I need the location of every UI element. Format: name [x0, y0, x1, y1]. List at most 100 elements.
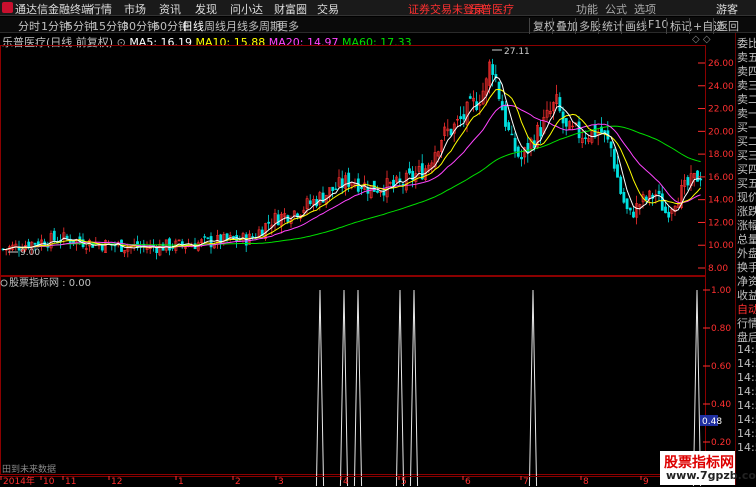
side-panel-label: 卖五 — [737, 51, 756, 63]
period-weekly[interactable]: 周线 — [204, 18, 226, 34]
indicator-pane-frame — [0, 276, 706, 475]
tool-f10[interactable]: F10 — [644, 18, 668, 31]
side-panel-label: 卖二 — [737, 93, 756, 105]
side-panel-label: 14:5 — [737, 385, 756, 398]
menu-discover[interactable]: 发现 — [195, 1, 217, 17]
menu-quotes[interactable]: 行情 — [90, 1, 112, 17]
side-panel-label: 盘后 — [737, 331, 756, 343]
candle-body — [459, 116, 463, 120]
tool-formula[interactable]: 公式 — [605, 3, 627, 16]
price-tick-label: 12.00 — [708, 218, 734, 228]
indicator-tick-label: 0.20 — [711, 438, 731, 448]
date-label: 1 — [178, 477, 184, 486]
period-daily[interactable]: 日线 — [182, 18, 204, 34]
date-label: 9 — [643, 477, 649, 486]
candle-body — [564, 118, 568, 127]
date-label: 2014年 — [3, 475, 35, 486]
candle-body — [168, 238, 171, 251]
period-intraday[interactable]: 分时 — [18, 18, 40, 34]
tool-options[interactable]: 选项 — [634, 3, 656, 16]
price-tick-label: 18.00 — [708, 150, 734, 160]
side-panel-label: 净资 — [737, 275, 756, 287]
date-label: 6 — [465, 477, 471, 486]
candle-body — [65, 235, 69, 239]
tool-function[interactable]: 功能 — [576, 3, 598, 16]
side-panel-label: 卖三 — [737, 79, 756, 91]
menu-market[interactable]: 市场 — [124, 1, 146, 17]
candle-body — [520, 156, 523, 160]
side-panel-label: 现价 — [737, 191, 756, 203]
side-panel-label: 总量 — [737, 233, 756, 245]
candle-body — [392, 179, 395, 186]
guest-label[interactable]: 游客 — [716, 1, 738, 17]
candle-body — [510, 133, 514, 136]
menu-ask[interactable]: 问小达 — [230, 1, 263, 17]
candle-body — [513, 137, 517, 152]
price-tick-label: 26.00 — [708, 59, 734, 69]
side-panel-label: 买一 — [737, 121, 756, 133]
side-panel-label: 14:5 — [737, 371, 756, 384]
candle-body — [46, 246, 50, 248]
side-panel-label: 买四 — [737, 163, 756, 175]
price-tick-label: 16.00 — [708, 173, 734, 183]
price-tick-label: 8.00 — [708, 264, 728, 274]
candle-body — [449, 128, 453, 136]
candle-body — [577, 121, 581, 139]
candle-body — [155, 247, 159, 253]
period-monthly[interactable]: 月线 — [226, 18, 248, 34]
side-panel-label: 卖四 — [737, 65, 756, 77]
side-panel-label: 收益 — [737, 289, 756, 301]
ma10-line — [2, 88, 701, 250]
title-bar: 通达信金融终端 行情 市场 资讯 发现 问小达 财富圈 交易 证券交易未登录 乐… — [0, 0, 756, 16]
date-label: 10 — [43, 477, 55, 486]
menu-news[interactable]: 资讯 — [159, 1, 181, 17]
candle-body — [276, 214, 280, 226]
candle-body — [331, 186, 335, 191]
candle-body — [376, 190, 379, 193]
menu-trade[interactable]: 交易 — [317, 1, 339, 17]
price-pane-frame — [0, 45, 706, 276]
side-panel-label: 14:5 — [737, 399, 756, 412]
candle-body — [286, 215, 290, 222]
candle-body — [468, 96, 472, 99]
side-panel-label: 外盘 — [737, 247, 756, 259]
price-tick-label: 24.00 — [708, 82, 734, 92]
chart-settings-icon[interactable]: ◇ ◇ — [692, 34, 711, 45]
candle-body — [644, 196, 648, 201]
indicator-tick-label: 0.40 — [711, 400, 731, 410]
indicator-caption: 田到未来数据 — [2, 463, 56, 475]
candle-body — [539, 127, 543, 137]
candle-body — [334, 188, 338, 190]
period-more[interactable]: 更多 — [277, 18, 299, 34]
watermark-logo: 股票指标网 www.7gpzb.com — [660, 451, 756, 485]
date-label: 12 — [111, 477, 122, 486]
candle-body — [558, 97, 562, 112]
candle-body — [622, 191, 626, 203]
candle-body — [526, 143, 530, 154]
candle-body — [507, 122, 511, 131]
candle-body — [497, 82, 501, 100]
period-5min[interactable]: 5分钟 — [66, 18, 95, 34]
candle-body — [664, 206, 667, 214]
candle-body — [347, 172, 351, 187]
menu-wealth[interactable]: 财富圈 — [274, 1, 307, 17]
candle-body — [660, 193, 664, 211]
candle-body — [619, 176, 623, 194]
candle-body — [612, 149, 616, 169]
low-label: 9.00 — [20, 248, 40, 258]
kline-chart[interactable]: 26.0024.0022.0020.0018.0016.0014.0012.00… — [0, 45, 735, 486]
side-panel-label: 委比 — [737, 37, 756, 49]
indicator-toggle-icon — [0, 279, 8, 287]
candle-body — [206, 237, 210, 239]
candle-body — [584, 137, 587, 139]
price-tick-label: 20.00 — [708, 127, 734, 137]
candle-body — [609, 141, 613, 149]
candle-body — [616, 164, 619, 178]
side-panel-label: 卖一 — [737, 107, 756, 119]
candlestick-group — [1, 58, 703, 260]
price-axis: 26.00 24.00 22.00 20.00 18.00 16.00 14.00 12.00… — [698, 59, 734, 274]
app-logo-icon — [2, 2, 13, 13]
candle-body — [267, 221, 271, 224]
tool-back[interactable]: 返回 — [713, 18, 739, 34]
price-tick-label: 22.00 — [708, 105, 734, 115]
